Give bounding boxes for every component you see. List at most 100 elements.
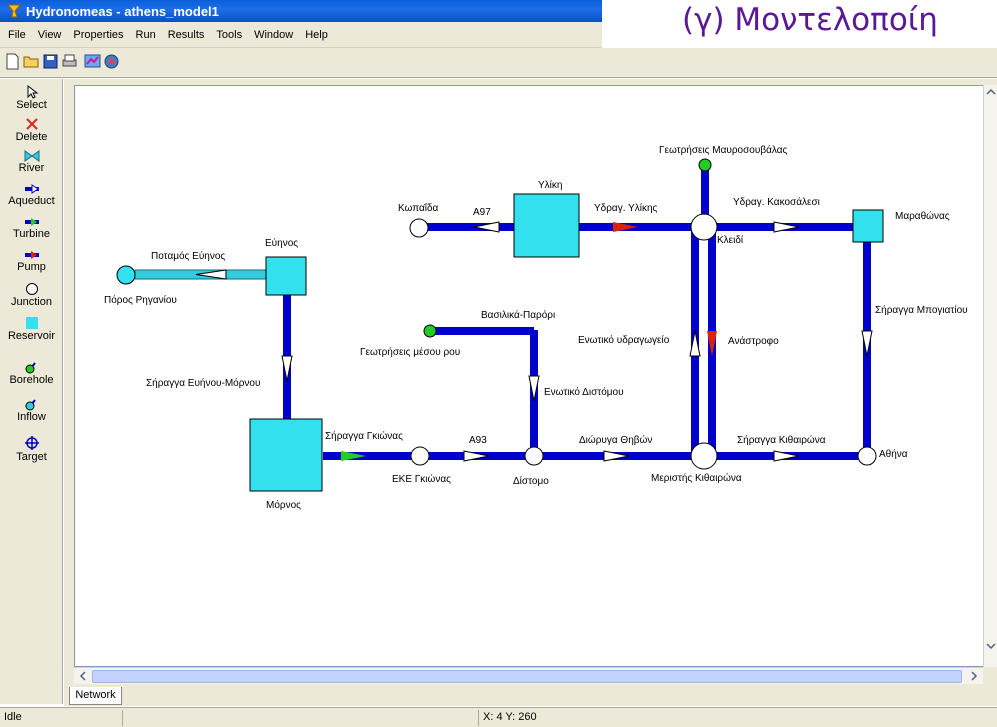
junction-icon <box>25 283 38 295</box>
tool-label: Inflow <box>17 411 46 423</box>
tool-select[interactable]: Select <box>0 85 63 111</box>
menu-view[interactable]: View <box>32 29 68 41</box>
tool-label: Pump <box>17 261 46 273</box>
reservoir-icon <box>25 317 38 329</box>
horizontal-scrollbar[interactable] <box>74 667 983 684</box>
label-eke-gkionas: ΕΚΕ Γκιώνας <box>392 473 451 485</box>
tool-aqueduct[interactable]: Aqueduct <box>0 183 63 207</box>
arrow-cursor-icon <box>27 85 38 99</box>
status-divider <box>478 710 479 726</box>
slide-heading: (γ) Μοντελοποίη <box>682 2 938 38</box>
tool-reservoir[interactable]: Reservoir <box>0 316 63 342</box>
tool-label: Junction <box>11 296 52 308</box>
label-a97: Α97 <box>473 207 491 218</box>
window-title: Hydronomeas - athens_model1 <box>26 3 219 19</box>
scroll-up-icon[interactable] <box>984 85 997 99</box>
tool-inflow[interactable]: Inflow <box>0 397 63 423</box>
label-mornos: Μόρνος <box>266 499 301 511</box>
label-geotriseis-mesou-rou: Γεωτρήσεις μέσου ρου <box>360 346 460 358</box>
reservoir-marathonas[interactable] <box>852 209 884 243</box>
menu-bar: File View Properties Run Results Tools W… <box>0 22 602 48</box>
open-folder-icon[interactable] <box>23 53 40 70</box>
target-icon <box>24 436 39 450</box>
label-yliki: Υλίκη <box>538 179 562 191</box>
menu-help[interactable]: Help <box>299 29 334 41</box>
scroll-left-icon[interactable] <box>76 669 90 683</box>
menu-tools[interactable]: Tools <box>210 29 248 41</box>
junction-kleidi[interactable] <box>690 213 718 241</box>
label-ydrag-kakosalesi: Υδραγ. Κακοσάλεσι <box>733 196 820 208</box>
label-kleidi: Κλειδί <box>717 234 744 246</box>
print-icon[interactable] <box>61 53 78 70</box>
menu-run[interactable]: Run <box>130 29 162 41</box>
turbine-icon <box>24 218 39 226</box>
scroll-thumb[interactable] <box>92 670 962 683</box>
tool-label: Select <box>16 99 47 111</box>
river-icon <box>24 150 39 162</box>
link-boreholes-mid[interactable] <box>429 327 534 335</box>
junction-distomo[interactable] <box>524 446 544 466</box>
tool-turbine[interactable]: Turbine <box>0 216 63 240</box>
label-diorygha-thivon: Διώρυγα Θηβών <box>579 434 652 446</box>
menu-results[interactable]: Results <box>162 29 211 41</box>
label-enotiko-distomou: Ενωτικό Διστόμου <box>544 386 624 398</box>
menu-properties[interactable]: Properties <box>67 29 129 41</box>
aqueduct-icon <box>24 184 39 194</box>
scroll-right-icon[interactable] <box>967 669 981 683</box>
tool-junction[interactable]: Junction <box>0 282 63 308</box>
vertical-scrollbar[interactable] <box>983 85 997 667</box>
label-anastrofo: Ανάστροφο <box>728 335 779 347</box>
tool-label: Delete <box>15 131 48 143</box>
label-kopaida: Κωπαΐδα <box>398 202 439 214</box>
label-vasilika-parori: Βασιλικά-Παρόρι <box>481 309 555 321</box>
tool-river[interactable]: River <box>0 150 63 174</box>
inflow-poros-riganiou[interactable] <box>116 265 136 285</box>
scroll-down-icon[interactable] <box>984 639 997 653</box>
tool-target[interactable]: Target <box>0 435 63 463</box>
status-coordinates: X: 4 Y: 260 <box>483 711 537 723</box>
label-potamos-evinos: Ποταμός Εύηνος <box>151 250 225 262</box>
label-siragga-kithairona: Σήραγγα Κιθαιρώνα <box>737 434 826 446</box>
borehole-mesou-rou[interactable] <box>423 324 437 338</box>
app-icon <box>6 4 22 18</box>
tool-label: Aqueduct <box>8 195 55 207</box>
borehole-icon <box>25 362 36 374</box>
menu-window[interactable]: Window <box>248 29 299 41</box>
junction-kopaida[interactable] <box>409 218 429 238</box>
tool-delete[interactable]: Delete <box>0 117 63 143</box>
menu-file[interactable]: File <box>2 29 32 41</box>
label-a93: Α93 <box>469 435 487 446</box>
save-icon[interactable] <box>42 53 59 70</box>
brain-icon[interactable] <box>103 53 120 70</box>
label-athina: Αθήνα <box>879 448 908 460</box>
status-state: Idle <box>4 711 22 723</box>
junction-athina[interactable] <box>857 446 877 466</box>
label-enotiko-ydragogeio: Ενωτικό υδραγωγείο <box>578 334 670 346</box>
label-geotriseis-mavrosouvalas: Γεωτρήσεις Μαυροσουβάλας <box>659 144 787 156</box>
chart-icon[interactable] <box>84 53 101 70</box>
label-siragga-gkionas: Σήραγγα Γκιώνας <box>325 430 403 442</box>
borehole-mavrosouvalas[interactable] <box>698 158 712 172</box>
tab-network[interactable]: Network <box>69 687 122 705</box>
reservoir-evinos[interactable] <box>265 256 307 296</box>
tool-label: River <box>18 162 45 174</box>
network-canvas[interactable]: Εύηνος Ποταμός Εύηνος Πόρος Ρηγανίου Σήρ… <box>74 85 987 667</box>
label-ydrag-ylikis: Υδραγ. Υλίκης <box>594 202 658 214</box>
tool-label: Turbine <box>13 228 50 240</box>
label-evinos: Εύηνος <box>265 237 298 249</box>
label-poros-riganiou: Πόρος Ρηγανίου <box>104 294 177 306</box>
pump-icon <box>24 251 39 259</box>
reservoir-mornos[interactable] <box>249 418 323 492</box>
reservoir-yliki[interactable] <box>513 193 580 258</box>
junction-eke-gkionas[interactable] <box>410 446 430 466</box>
new-file-icon[interactable] <box>4 53 21 70</box>
tool-borehole[interactable]: Borehole <box>0 360 63 386</box>
tool-palette: Select Delete River Aqueduct Turbine Pum… <box>0 79 63 704</box>
inflow-icon <box>25 399 36 411</box>
tool-label: Target <box>16 451 47 463</box>
tool-pump[interactable]: Pump <box>0 249 63 273</box>
link-kopaida-yliki[interactable] <box>420 223 515 231</box>
link-mavrosouvalas[interactable] <box>701 166 709 221</box>
junction-meristis-kithairona[interactable] <box>690 442 718 470</box>
label-marathonas: Μαραθώνας <box>895 210 950 222</box>
